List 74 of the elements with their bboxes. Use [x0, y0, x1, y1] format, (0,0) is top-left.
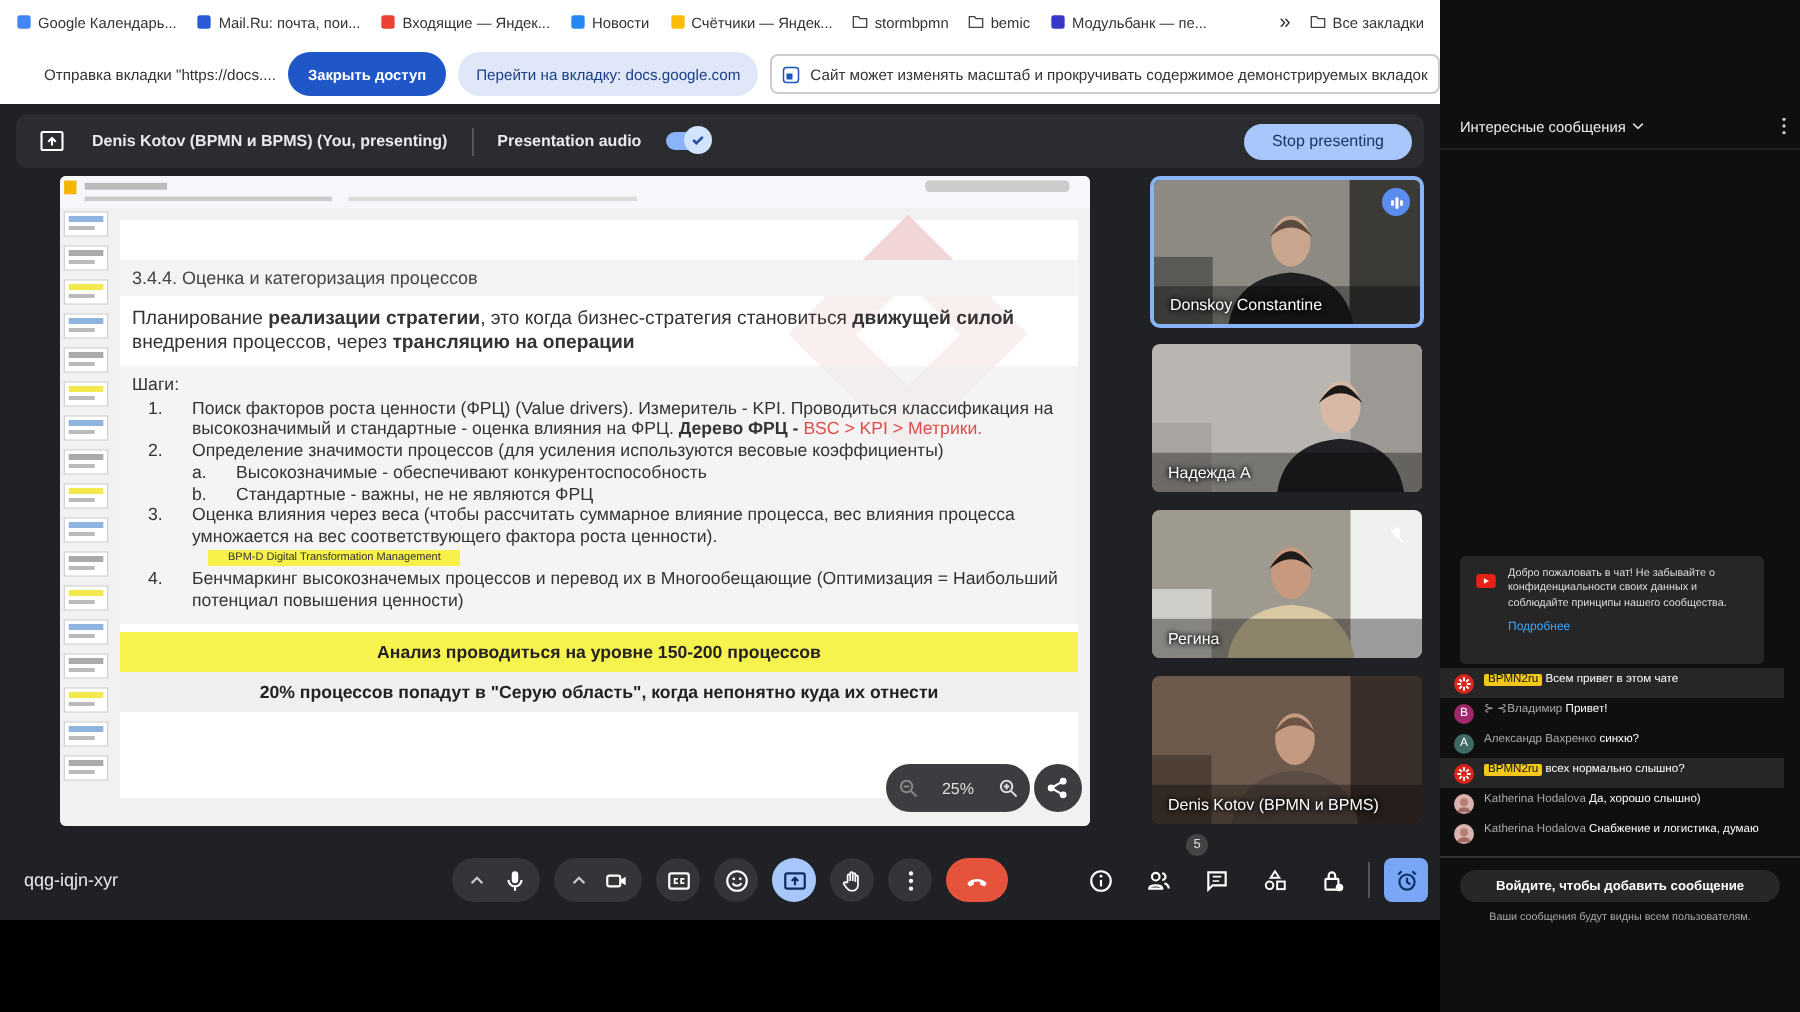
list-item-text: Стандартные - важны, не не являются ФРЦ [236, 483, 596, 505]
participant-name: Denis Kotov (BPMN и BPMS) [1168, 796, 1379, 814]
list-number: 3. [148, 504, 165, 529]
list-letter: b. [192, 483, 209, 505]
participant-tile[interactable]: Регина [1150, 508, 1424, 660]
avatar-icon [1454, 674, 1474, 694]
slide-heading: 3.4.4. Оценка и категоризация процессов [120, 260, 1078, 296]
avatar-icon [1454, 824, 1474, 844]
participant-name: Donskoy Constantine [1170, 296, 1323, 314]
present-icon [40, 130, 64, 152]
hand-button[interactable] [830, 858, 874, 902]
lock-icon [1319, 867, 1345, 893]
participant-tile[interactable]: Надежда А [1150, 342, 1424, 494]
captions-icon [665, 867, 691, 893]
folder-icon [968, 14, 985, 30]
zoom-level: 25% [941, 779, 974, 797]
more-button[interactable] [888, 858, 932, 902]
avatar-icon [1454, 764, 1474, 784]
folder-icon [1310, 14, 1327, 30]
site-icon [669, 14, 686, 30]
steps-label: Шаги: [132, 373, 182, 396]
list-number: 4. [148, 568, 165, 593]
presenter-name: Denis Kotov (BPMN и BPMS) (You, presenting) [92, 132, 448, 150]
participant-tile[interactable]: Donskoy Constantine [1150, 176, 1424, 328]
site-icon [570, 14, 587, 30]
share-icon [1046, 776, 1070, 800]
captions-button[interactable] [656, 858, 700, 902]
stop-presenting-button[interactable]: Stop presenting [1243, 123, 1412, 159]
site-icon [196, 14, 213, 30]
play-logo-icon [1476, 574, 1496, 588]
microphone-icon [502, 867, 528, 893]
sound-bars-icon [1387, 193, 1405, 211]
info-icon [1087, 867, 1113, 893]
camera-button[interactable] [554, 858, 642, 902]
list-item-text: Высокозначимые - обеспечивают конкурентоспособность [236, 461, 709, 484]
site-icon [380, 14, 397, 30]
list-letter: a. [192, 461, 209, 484]
list-item-text: Определение значимости процессов (для усиления используются весовые коэффициенты) [192, 440, 944, 461]
meeting-code: qqg-iqjn-xyr [24, 870, 121, 890]
more-bookmarks-button[interactable]: » [1279, 11, 1291, 33]
folder-icon [852, 14, 869, 30]
zoom-in-icon[interactable] [997, 778, 1018, 798]
zoom-out-icon[interactable] [897, 778, 918, 798]
participant-tile[interactable]: Denis Kotov (BPMN и BPMS) [1150, 674, 1424, 826]
list-number: 1. [148, 397, 165, 422]
site-icon [16, 14, 32, 30]
check-icon [689, 132, 706, 148]
audio-toggle[interactable] [665, 132, 706, 150]
list-number: 2. [148, 440, 165, 462]
leave-call-button[interactable] [946, 858, 1008, 902]
list-item-text: Оценка влияния через веса (чтобы рассчитать суммарное влияние процесса, вес влияния процесса умножается на вес соответствующего фактора роста ценности). [192, 504, 1015, 546]
audio-label: Presentation audio [497, 132, 642, 150]
site-icon [1050, 14, 1067, 30]
highlight-banner: Анализ проводиться на уровне 150-200 процессов [120, 631, 1078, 672]
emoji-button[interactable] [714, 858, 758, 902]
avatar-icon [1454, 794, 1474, 814]
list-item-text: Поиск факторов роста ценности (ФРЦ) (Value drivers). Измеритель - KPI. Проводиться классификация на высокозначимый и стандартные - оценка влияния на ФРЦ. Дерево ФРЦ - BSC > KPI > Метрики. [192, 397, 1054, 439]
people-icon [1145, 867, 1171, 893]
hand-icon [839, 867, 865, 893]
more-icon[interactable] [1780, 116, 1788, 136]
alarm-clock-icon [1393, 867, 1419, 893]
timer-button[interactable] [1384, 858, 1428, 902]
present-button[interactable] [772, 858, 816, 902]
chat-icon [1203, 867, 1229, 893]
list-item-text: Бенчмаркинг высокозначемых процессов и перевод их в Многообещающие (Оптимизация = Наибольший потенциал повышения ценности) [192, 568, 1058, 611]
caret-icon [1629, 118, 1646, 134]
window-icon [782, 65, 801, 83]
present-icon [781, 867, 807, 893]
note-banner: 20% процессов попадут в "Серую область", когда непонятно куда их отнести [120, 671, 1078, 712]
shapes-icon [1261, 867, 1287, 893]
participant-name: Регина [1168, 630, 1220, 648]
participant-name: Надежда А [1168, 464, 1251, 482]
smiley-icon [723, 867, 749, 893]
microphone-button[interactable] [452, 858, 540, 902]
